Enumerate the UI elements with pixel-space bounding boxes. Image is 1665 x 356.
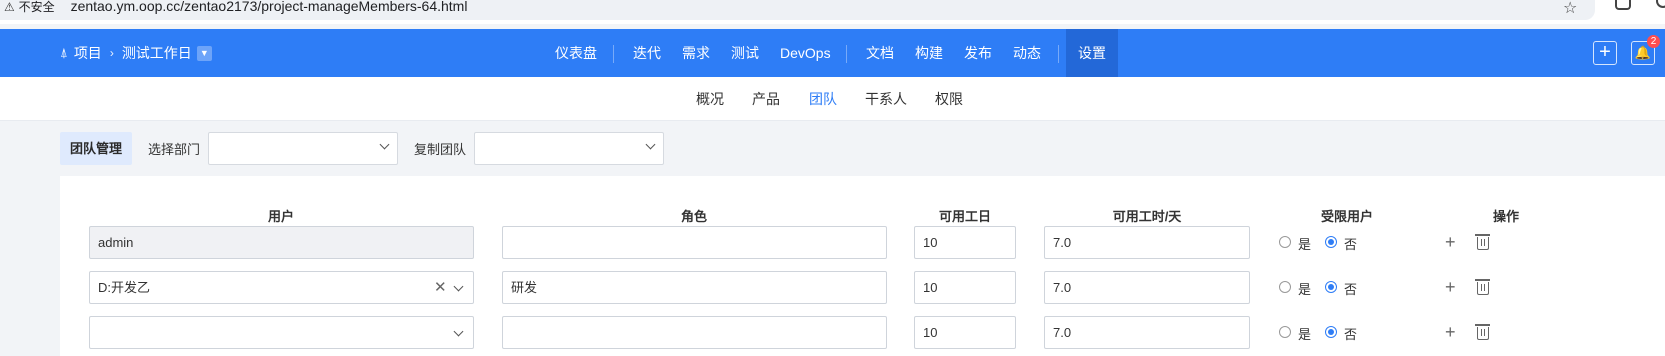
- menu-doc[interactable]: 文档: [866, 29, 894, 77]
- limited-yes-label: 是: [1298, 237, 1312, 252]
- hours-input[interactable]: 7.0: [1044, 271, 1250, 304]
- clear-icon[interactable]: ✕: [434, 272, 447, 303]
- limited-no-label: 否: [1344, 237, 1358, 252]
- top-navbar: ⍋ 项目 › 测试工作日 ▼ 仪表盘 迭代 需求 测试 DevOps 文档 构建…: [0, 29, 1665, 77]
- subnav-permission[interactable]: 权限: [935, 77, 963, 121]
- user-select[interactable]: [89, 316, 474, 349]
- limited-no-label: 否: [1344, 327, 1358, 342]
- role-input[interactable]: [502, 316, 887, 349]
- subnav-product[interactable]: 产品: [752, 77, 780, 121]
- header-user: 用户: [267, 209, 295, 224]
- limited-no-radio[interactable]: [1325, 236, 1337, 248]
- limited-no-radio[interactable]: [1325, 281, 1337, 293]
- role-input[interactable]: [502, 226, 887, 259]
- address-bar[interactable]: ⚠ 不安全 zentao.ym.oop.cc/zentao2173/projec…: [0, 0, 1595, 20]
- delete-row-icon[interactable]: [1475, 234, 1490, 250]
- subnav-stakeholder[interactable]: 干系人: [865, 77, 907, 121]
- chevron-down-icon: [379, 139, 390, 150]
- limited-no-label: 否: [1344, 282, 1358, 297]
- user-select-value: D:开发乙: [98, 280, 151, 295]
- user-field: admin: [89, 226, 474, 259]
- url-text: zentao.ym.oop.cc/zentao2173/project-mana…: [70, 0, 468, 14]
- menu-test[interactable]: 测试: [731, 29, 759, 77]
- user-select[interactable]: D:开发乙 ✕: [89, 271, 474, 304]
- hours-input[interactable]: 7.0: [1044, 316, 1250, 349]
- limited-no-radio[interactable]: [1325, 326, 1337, 338]
- delete-row-icon[interactable]: [1475, 279, 1490, 295]
- create-plus-button[interactable]: +: [1593, 41, 1617, 65]
- menu-release[interactable]: 发布: [964, 29, 992, 77]
- menu-divider: [613, 45, 614, 63]
- copy-team-label: 复制团队: [414, 142, 467, 157]
- chevron-down-icon: [645, 139, 656, 150]
- notification-badge: 2: [1647, 35, 1660, 48]
- menu-settings[interactable]: 设置: [1066, 29, 1118, 77]
- limited-yes-radio[interactable]: [1279, 281, 1291, 293]
- menu-story[interactable]: 需求: [682, 29, 710, 77]
- subnav-overview[interactable]: 概况: [696, 77, 724, 121]
- select-dept-label: 选择部门: [148, 142, 201, 157]
- browser-toolbar: ⚠ 不安全 zentao.ym.oop.cc/zentao2173/projec…: [0, 0, 1665, 24]
- days-input[interactable]: 10: [914, 271, 1016, 304]
- warning-icon: ⚠: [4, 0, 15, 14]
- days-input[interactable]: 10: [914, 226, 1016, 259]
- chevron-down-icon: [453, 281, 464, 292]
- bookmark-star-icon[interactable]: ☆: [1563, 0, 1577, 18]
- limited-yes-label: 是: [1298, 327, 1312, 342]
- days-input[interactable]: 10: [914, 316, 1016, 349]
- menu-divider: [846, 45, 847, 63]
- extensions-icon[interactable]: [1615, 0, 1631, 10]
- hours-input[interactable]: 7.0: [1044, 226, 1250, 259]
- header-actions: 操作: [1492, 209, 1520, 224]
- role-input[interactable]: 研发: [502, 271, 887, 304]
- menu-iteration[interactable]: 迭代: [633, 29, 661, 77]
- main-menu: 仪表盘 迭代 需求 测试 DevOps 文档 构建 发布 动态 设置: [0, 29, 1665, 77]
- limited-yes-label: 是: [1298, 282, 1312, 297]
- header-role: 角色: [680, 209, 708, 224]
- chevron-down-icon: [453, 326, 464, 337]
- subnav-team[interactable]: 团队: [809, 77, 837, 121]
- add-row-icon[interactable]: +: [1445, 323, 1456, 341]
- dept-select[interactable]: [208, 132, 399, 165]
- delete-row-icon[interactable]: [1475, 324, 1490, 340]
- add-row-icon[interactable]: +: [1445, 278, 1456, 296]
- limited-yes-radio[interactable]: [1279, 326, 1291, 338]
- menu-devops[interactable]: DevOps: [780, 29, 831, 77]
- menu-build[interactable]: 构建: [915, 29, 943, 77]
- profile-icon[interactable]: [1656, 0, 1665, 8]
- team-toolbar: 团队管理 选择部门 复制团队: [60, 132, 665, 165]
- add-row-icon[interactable]: +: [1445, 233, 1456, 251]
- header-limited: 受限用户: [1320, 209, 1374, 224]
- header-hours: 可用工时/天: [1112, 209, 1182, 224]
- menu-dashboard[interactable]: 仪表盘: [555, 29, 597, 77]
- menu-dynamic[interactable]: 动态: [1013, 29, 1041, 77]
- header-days: 可用工日: [938, 209, 992, 224]
- insecure-label: 不安全: [18, 0, 55, 14]
- limited-yes-radio[interactable]: [1279, 236, 1291, 248]
- sub-navbar: 概况 产品 团队 干系人 权限: [0, 77, 1665, 121]
- menu-divider: [1058, 45, 1059, 63]
- team-management-tab[interactable]: 团队管理: [60, 132, 133, 165]
- copy-team-select[interactable]: [474, 132, 665, 165]
